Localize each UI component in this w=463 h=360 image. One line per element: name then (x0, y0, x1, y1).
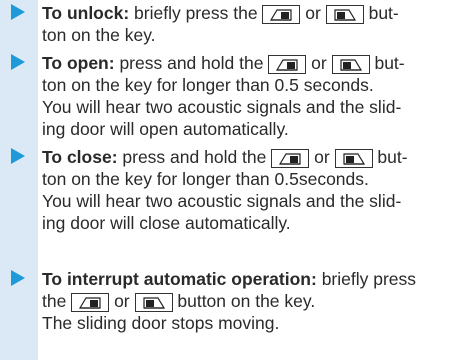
instruction-text: briefly press the (129, 3, 263, 23)
instruction-text: the (42, 291, 72, 311)
bullet-arrow-icon (11, 148, 25, 164)
instruction-line: To interrupt automatic operation: briefl… (42, 268, 416, 290)
bullet-arrow-icon (11, 270, 25, 286)
instruction-text: or (300, 3, 326, 23)
sliding-door-left-key-icon (262, 5, 301, 24)
instruction-text: or (306, 53, 332, 73)
instruction-text: button on the key. (172, 291, 316, 311)
instruction-text: briefly press (316, 269, 417, 289)
instruction-text: but- (372, 147, 408, 167)
instruction-line: The sliding door stops moving. (42, 313, 280, 333)
instruction-line: ing door will open automatically. (42, 119, 289, 139)
bullet-arrow-icon (11, 54, 25, 70)
instruction-text: but- (363, 3, 399, 23)
instruction-line: To unlock: briefly press the or but- (42, 2, 399, 24)
instruction-text: press and hold the (117, 147, 272, 167)
instruction-line: You will hear two acoustic signals and t… (42, 191, 402, 211)
sliding-door-left-key-icon (271, 149, 310, 168)
instruction-text: or (309, 147, 335, 167)
instruction-text: press and hold the (114, 53, 269, 73)
instruction-lead: To open: (42, 53, 115, 73)
sliding-door-left-key-icon (268, 55, 307, 74)
sliding-door-left-key-icon (71, 293, 110, 312)
instruction-line: To close: press and hold the or but- (42, 146, 408, 168)
instruction-line: ton on the key for longer than 0.5second… (42, 169, 369, 189)
instruction-line: To open: press and hold the or but- (42, 52, 405, 74)
sliding-door-right-key-icon (325, 5, 364, 24)
instruction-text: or (109, 291, 135, 311)
sliding-door-right-key-icon (331, 55, 370, 74)
instruction-lead: To unlock: (42, 3, 130, 23)
sliding-door-right-key-icon (334, 149, 373, 168)
sliding-door-right-key-icon (134, 293, 173, 312)
instruction-line: You will hear two acoustic signals and t… (42, 97, 402, 117)
instruction-line: ing door will close automatically. (42, 213, 291, 233)
instruction-line: the or button on the key. (42, 290, 315, 312)
instruction-lead: To close: (42, 147, 118, 167)
instruction-lead: To interrupt automatic operation: (42, 269, 317, 289)
instruction-line: ton on the key for longer than 0.5 secon… (42, 75, 374, 95)
instruction-line: ton on the key. (42, 25, 156, 45)
bullet-arrow-icon (11, 4, 25, 20)
instruction-page: To unlock: briefly press the or but- ton… (0, 0, 463, 360)
instruction-text: but- (369, 53, 405, 73)
